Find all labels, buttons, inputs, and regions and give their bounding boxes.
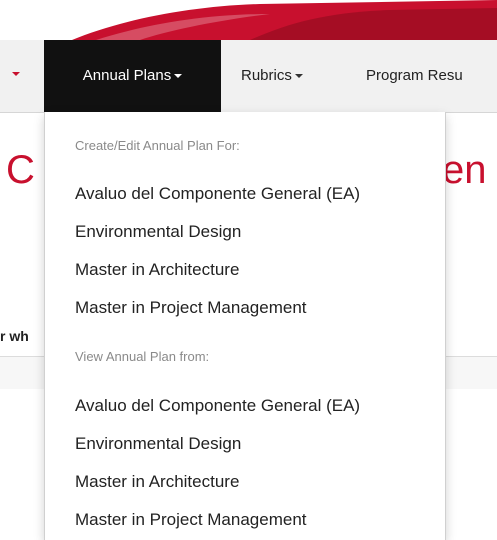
page-title-continuation: en [442,148,487,192]
main-navbar: Annual Plans Rubrics Program Resu [0,40,497,113]
create-item-avaluo[interactable]: Avaluo del Componente General (EA) [75,184,360,204]
nav-program-results[interactable]: Program Resu [366,40,463,112]
view-item-master-architecture[interactable]: Master in Architecture [75,472,239,492]
view-item-environmental-design[interactable]: Environmental Design [75,434,241,454]
create-edit-section-header: Create/Edit Annual Plan For: [75,138,240,153]
create-item-master-project-management[interactable]: Master in Project Management [75,298,307,318]
nav-program-results-label: Program Resu [366,67,463,84]
annual-plans-dropdown-menu: Create/Edit Annual Plan For: Avaluo del … [44,112,446,540]
caret-down-icon [174,74,183,79]
nav-rubrics-label: Rubrics [241,67,292,84]
view-item-avaluo[interactable]: Avaluo del Componente General (EA) [75,396,360,416]
partial-body-text: r wh [0,328,29,344]
caret-down-icon [294,74,303,79]
view-item-master-project-management[interactable]: Master in Project Management [75,510,307,530]
banner-swoosh-graphic [72,0,497,40]
create-item-master-architecture[interactable]: Master in Architecture [75,260,239,280]
nav-rubrics[interactable]: Rubrics [241,40,303,112]
previous-menu-caret-icon[interactable] [12,72,20,76]
header-banner [0,0,497,40]
nav-annual-plans-label: Annual Plans [82,67,172,84]
nav-annual-plans[interactable]: Annual Plans [44,40,221,112]
view-section-header: View Annual Plan from: [75,349,210,364]
create-item-environmental-design[interactable]: Environmental Design [75,222,241,242]
